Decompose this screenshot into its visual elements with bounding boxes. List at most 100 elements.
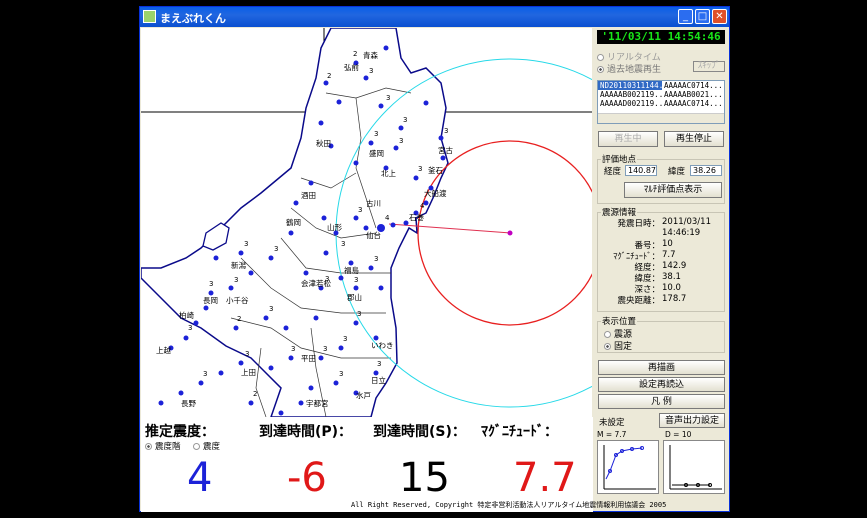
reload-settings-button[interactable]: 設定再読込 xyxy=(598,377,725,392)
radio-selected-icon xyxy=(604,343,611,350)
radio-selected-icon xyxy=(597,66,604,73)
playing-button[interactable]: 再生中 xyxy=(598,131,658,147)
svg-text:長岡: 長岡 xyxy=(203,296,218,305)
list-item[interactable]: AAAAAB002119...AAAAAB0021... xyxy=(598,90,724,99)
result-panel: 推定震度： 震度階 震度 到達時間(P)： 到達時間(S)： ﾏｸﾞﾆﾁｭｰﾄﾞ… xyxy=(141,417,666,512)
source-info-value: 10 xyxy=(662,239,673,249)
svg-text:郡山: 郡山 xyxy=(347,292,362,302)
svg-text:石巻: 石巻 xyxy=(409,212,424,222)
epicenter-marker xyxy=(507,230,513,236)
lat-field[interactable]: 38.26 xyxy=(690,165,722,176)
title-bar[interactable]: まえぶれくん _ □ ✕ xyxy=(140,7,729,27)
svg-text:2: 2 xyxy=(353,50,357,58)
source-info-value: 178.7 xyxy=(662,294,687,304)
svg-text:3: 3 xyxy=(403,116,407,124)
stop-playback-button[interactable]: 再生停止 xyxy=(664,131,724,147)
svg-text:3: 3 xyxy=(369,67,373,75)
radio-icon xyxy=(604,331,611,338)
display-position-caption: 表示位置 xyxy=(601,315,638,327)
intensity-value: 4 xyxy=(187,455,213,501)
horizontal-scrollbar[interactable] xyxy=(598,113,724,123)
svg-text:3: 3 xyxy=(386,94,390,102)
graph-d-label: D = 10 xyxy=(665,430,692,439)
depth-graph xyxy=(663,440,725,494)
depth-plot xyxy=(669,445,722,490)
svg-text:3: 3 xyxy=(358,206,362,214)
svg-text:2: 2 xyxy=(327,72,331,80)
intensity-value-radio[interactable]: 震度 xyxy=(193,440,220,452)
graph-m-label: M = 7.7 xyxy=(597,430,627,439)
svg-text:小千谷: 小千谷 xyxy=(226,295,249,305)
app-icon xyxy=(143,10,156,23)
svg-text:青森: 青森 xyxy=(363,50,378,60)
svg-text:2: 2 xyxy=(253,390,257,398)
svg-text:4: 4 xyxy=(385,214,390,222)
svg-text:3: 3 xyxy=(374,130,378,138)
copyright-text: All Right Reserved, Copyright 特定非営利活動法人リ… xyxy=(351,501,667,509)
svg-text:北上: 北上 xyxy=(381,169,396,178)
past-quake-radio[interactable]: 過去地震再生 xyxy=(597,62,661,75)
lon-label: 経度 xyxy=(604,167,622,177)
source-info-key: 発震日時： xyxy=(617,219,660,229)
fixed-radio[interactable]: 固定 xyxy=(604,339,632,352)
source-info-value: 10.0 xyxy=(662,283,681,293)
magnitude-value: 7.7 xyxy=(513,455,577,501)
svg-text:大船渡: 大船渡 xyxy=(424,188,447,198)
intensity-label: 推定震度： xyxy=(145,424,215,440)
minimize-button[interactable]: _ xyxy=(678,9,693,24)
svg-text:酒田: 酒田 xyxy=(301,191,316,200)
svg-text:水戸: 水戸 xyxy=(356,390,371,400)
eval-point-group: 評価地点 経度 140.87 緯度 38.26 ﾏﾙﾁ評価点表示 xyxy=(597,153,725,204)
app-window: まえぶれくん _ □ ✕ 弘前 青森 秋田 盛岡 宮古 北上 釜石 大船渡 酒田… xyxy=(139,6,730,512)
svg-text:上田: 上田 xyxy=(241,368,256,377)
skip-button[interactable]: ｽｷｯﾌﾟ xyxy=(693,61,725,72)
svg-text:3: 3 xyxy=(209,280,213,288)
event-list[interactable]: ND20110311144...AAAAAC0714... AAAAAB0021… xyxy=(597,80,725,124)
list-item[interactable]: AAAAAD002119...AAAAAC0714... xyxy=(598,99,724,108)
source-info-key: 震央距離： xyxy=(617,296,660,306)
source-info-value: 142.9 xyxy=(662,261,687,271)
svg-text:3: 3 xyxy=(274,245,278,253)
maximize-button[interactable]: □ xyxy=(695,9,710,24)
svg-text:平田: 平田 xyxy=(301,354,316,363)
svg-text:3: 3 xyxy=(354,276,358,284)
multi-eval-point-button[interactable]: ﾏﾙﾁ評価点表示 xyxy=(624,182,722,198)
svg-text:長野: 長野 xyxy=(181,399,196,408)
svg-text:3: 3 xyxy=(188,324,192,332)
svg-text:宇都宮: 宇都宮 xyxy=(306,398,329,408)
source-info-value: 14:46:19 xyxy=(662,228,701,238)
audio-output-settings-button[interactable]: 音声出力設定 xyxy=(659,413,725,428)
svg-text:いわき: いわき xyxy=(371,341,394,350)
svg-text:新潟: 新潟 xyxy=(231,260,246,270)
svg-text:3: 3 xyxy=(269,305,273,313)
svg-text:釜石: 釜石 xyxy=(428,165,443,175)
close-button[interactable]: ✕ xyxy=(712,9,727,24)
svg-text:盛岡: 盛岡 xyxy=(369,148,384,158)
legend-button[interactable]: 凡 例 xyxy=(598,394,725,409)
svg-text:3: 3 xyxy=(291,345,295,353)
svg-text:3: 3 xyxy=(444,127,448,135)
svg-text:4: 4 xyxy=(420,202,425,210)
radio-selected-icon xyxy=(145,443,152,450)
svg-text:3: 3 xyxy=(343,335,347,343)
source-info-value: 2011/03/11 xyxy=(662,217,711,227)
lon-field[interactable]: 140.87 xyxy=(625,165,657,176)
magnitude-plot xyxy=(603,445,656,490)
map-canvas: 弘前青森秋田 盛岡 宮古北上 釜石大船渡酒田 鶴岡山形仙台 石巻福島会津若松 郡山… xyxy=(141,28,592,417)
svg-text:2: 2 xyxy=(237,315,241,323)
svg-text:仙台: 仙台 xyxy=(366,230,381,240)
s-arrival-value: 15 xyxy=(399,455,450,501)
clock-display: '11/03/11 14:54:46 xyxy=(597,30,725,44)
intensity-scale-radio[interactable]: 震度階 xyxy=(145,440,181,452)
display-position-group: 表示位置 震源 固定 xyxy=(597,315,725,353)
svg-text:3: 3 xyxy=(399,137,403,145)
svg-text:柏崎: 柏崎 xyxy=(179,310,194,320)
svg-text:3: 3 xyxy=(374,255,378,263)
redraw-button[interactable]: 再描画 xyxy=(598,360,725,375)
eval-point-caption: 評価地点 xyxy=(601,153,638,165)
svg-text:秋田: 秋田 xyxy=(316,138,331,148)
map-view[interactable]: 弘前 青森 秋田 盛岡 宮古 北上 釜石 大船渡 酒田 鶴岡 山形 仙台 石巻 福島 会津若松 郡山… xyxy=(141,28,592,417)
source-info-value: 7.7 xyxy=(662,250,676,260)
svg-text:日立: 日立 xyxy=(371,375,386,385)
list-item[interactable]: ND20110311144...AAAAAC0714... xyxy=(598,81,724,90)
